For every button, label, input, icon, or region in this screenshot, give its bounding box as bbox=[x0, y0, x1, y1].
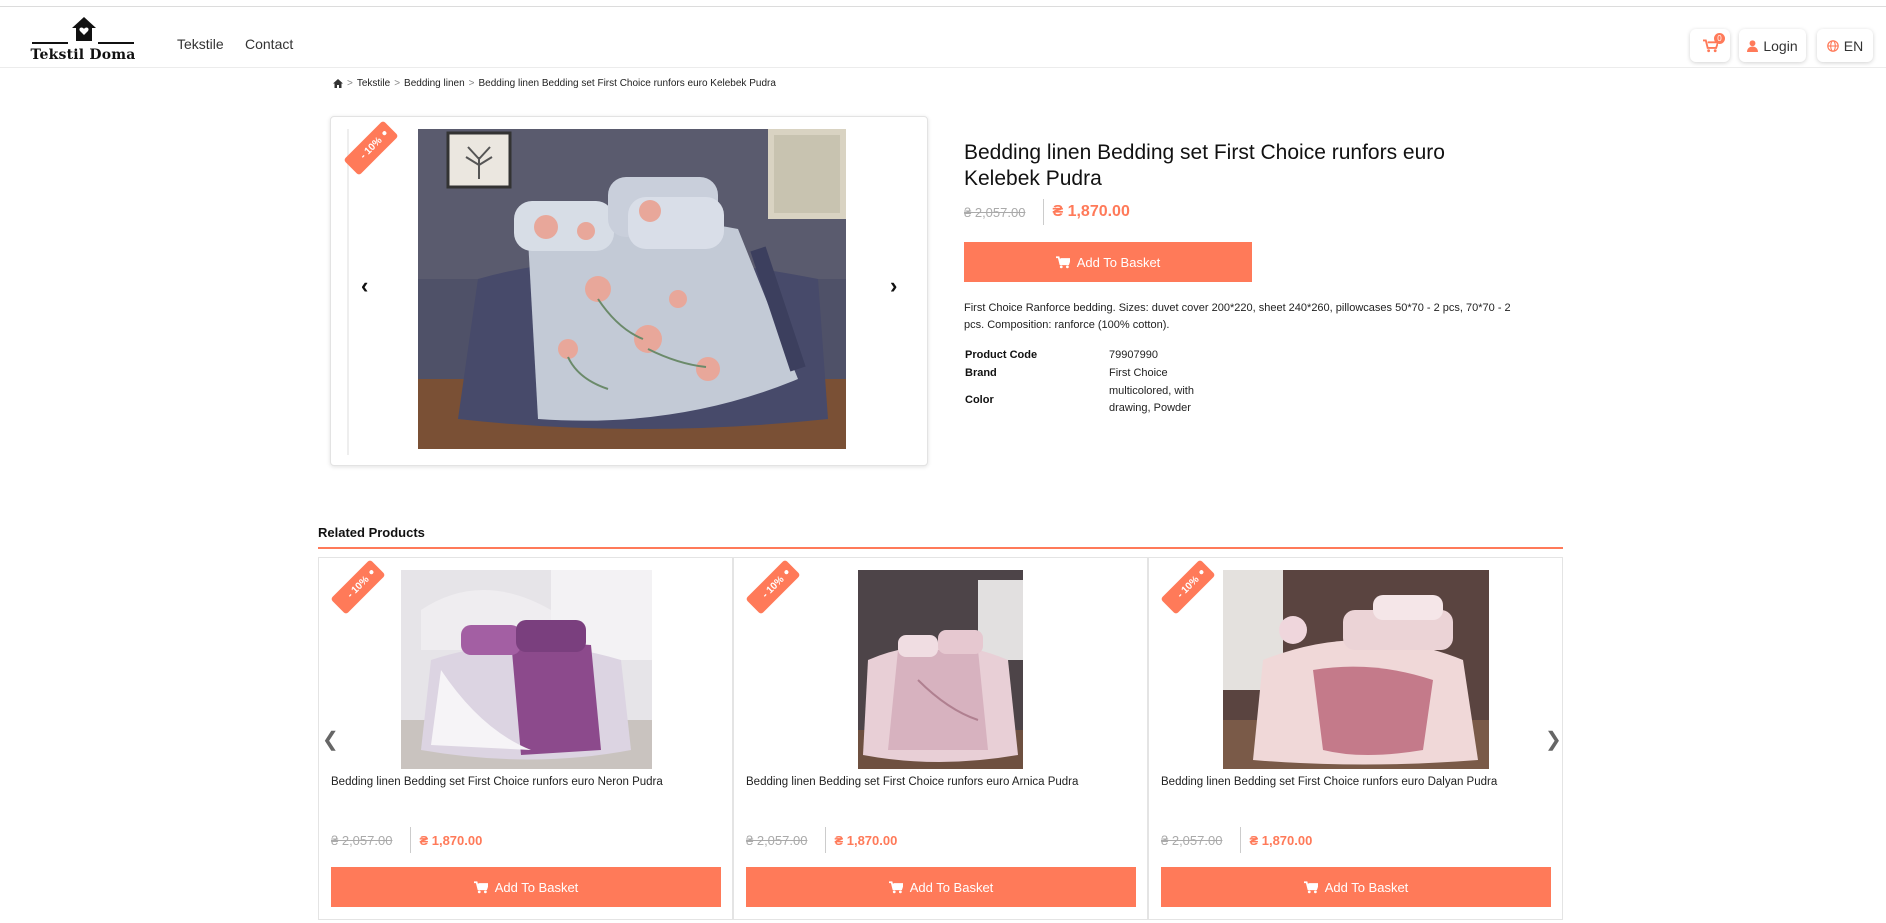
related-product-name[interactable]: Bedding linen Bedding set First Choice r… bbox=[1161, 776, 1551, 788]
related-product-image[interactable] bbox=[1223, 570, 1489, 769]
cart-button[interactable]: 0 bbox=[1690, 29, 1730, 62]
breadcrumb-separator: > bbox=[468, 78, 475, 89]
breadcrumb-separator: > bbox=[394, 78, 401, 89]
add-to-basket-button[interactable]: Add To Basket bbox=[746, 867, 1136, 907]
cart-icon bbox=[1303, 880, 1318, 893]
current-price: ₴ 1,870.00 bbox=[834, 832, 898, 848]
related-product-name[interactable]: Bedding linen Bedding set First Choice r… bbox=[331, 776, 721, 788]
breadcrumb-current: Bedding linen Bedding set First Choice r… bbox=[478, 78, 776, 89]
spec-row: Product Code 79907990 bbox=[965, 346, 1265, 364]
spec-key: Product Code bbox=[965, 349, 1038, 361]
add-to-basket-label: Add To Basket bbox=[494, 879, 579, 895]
gallery-next-arrow[interactable]: › bbox=[890, 275, 897, 297]
spec-row: Color multicolored, with drawing, Powder bbox=[965, 382, 1265, 418]
add-to-basket-label: Add To Basket bbox=[1076, 254, 1161, 270]
related-product-card[interactable]: - 10% Bedding linen Bedding set First Ch… bbox=[1148, 557, 1563, 920]
current-price: ₴ 1,870.00 bbox=[1249, 832, 1313, 848]
related-product-card[interactable]: - 10% Bedding linen Bedding set First Ch… bbox=[733, 557, 1148, 920]
spec-key: Brand bbox=[965, 367, 997, 379]
price-separator bbox=[1240, 827, 1242, 853]
add-to-basket-button[interactable]: Add To Basket bbox=[331, 867, 721, 907]
logo-text: Tekstil Doma bbox=[30, 47, 136, 63]
price-separator bbox=[825, 827, 827, 853]
related-product-prices: ₴ 2,057.00 ₴ 1,870.00 bbox=[1161, 826, 1312, 854]
price-separator bbox=[410, 827, 412, 853]
product-description: First Choice Ranforce bedding. Sizes: du… bbox=[964, 302, 1511, 331]
related-product-name[interactable]: Bedding linen Bedding set First Choice r… bbox=[746, 776, 1136, 788]
add-to-basket-label: Add To Basket bbox=[909, 879, 994, 895]
logo-line-left bbox=[32, 42, 68, 44]
language-label: EN bbox=[1843, 37, 1864, 54]
add-to-basket-button[interactable]: Add To Basket bbox=[1161, 867, 1551, 907]
gallery-thumb-edge bbox=[347, 129, 349, 455]
discount-ribbon: - 10% bbox=[330, 559, 386, 615]
related-divider bbox=[318, 547, 1563, 549]
logo-line-right bbox=[98, 42, 134, 44]
home-icon[interactable] bbox=[333, 79, 343, 88]
globe-icon bbox=[1826, 39, 1839, 52]
discount-ribbon: - 10% bbox=[343, 120, 399, 176]
old-price: ₴ 2,057.00 bbox=[1161, 832, 1223, 848]
product-title: Bedding linen Bedding set First Choice r… bbox=[964, 141, 1445, 190]
related-product-prices: ₴ 2,057.00 ₴ 1,870.00 bbox=[331, 826, 482, 854]
spec-value: 79907990 bbox=[1109, 348, 1158, 361]
current-price: ₴ 1,870.00 bbox=[419, 832, 483, 848]
breadcrumb: > Tekstile > Bedding linen > Bedding lin… bbox=[333, 78, 776, 89]
product-gallery: - 10% ‹ › bbox=[330, 116, 928, 466]
old-price: ₴ 2,057.00 bbox=[331, 832, 393, 848]
breadcrumb-tekstile[interactable]: Tekstile bbox=[357, 78, 390, 89]
house-logo-icon bbox=[72, 17, 96, 41]
cart-icon bbox=[473, 880, 488, 893]
cart-icon bbox=[1055, 255, 1070, 268]
current-price: ₴ 1,870.00 bbox=[1052, 203, 1130, 220]
product-main-image[interactable] bbox=[418, 129, 846, 449]
cart-count-badge: 0 bbox=[1714, 33, 1725, 44]
login-label: Login bbox=[1763, 37, 1798, 54]
breadcrumb-bedding-linen[interactable]: Bedding linen bbox=[404, 78, 465, 89]
related-product-image[interactable] bbox=[401, 570, 652, 769]
site-logo[interactable]: Tekstil Doma bbox=[24, 15, 142, 67]
add-to-basket-label: Add To Basket bbox=[1324, 879, 1409, 895]
related-product-card[interactable]: - 10% Bedding linen Bedding set First Ch… bbox=[318, 557, 733, 920]
spec-row: Brand First Choice bbox=[965, 364, 1265, 382]
related-product-image[interactable] bbox=[858, 570, 1023, 769]
discount-ribbon: - 10% bbox=[745, 559, 801, 615]
old-price: ₴ 2,057.00 bbox=[964, 204, 1026, 220]
chevron-left-icon[interactable]: ❮ bbox=[322, 727, 339, 752]
gallery-prev-arrow[interactable]: ‹ bbox=[361, 275, 368, 297]
nav-contact[interactable]: Contact bbox=[245, 36, 293, 52]
language-button[interactable]: EN bbox=[1817, 29, 1873, 62]
spec-key: Color bbox=[965, 394, 994, 406]
cart-icon bbox=[888, 880, 903, 893]
discount-ribbon: - 10% bbox=[1160, 559, 1216, 615]
old-price: ₴ 2,057.00 bbox=[746, 832, 808, 848]
related-product-prices: ₴ 2,057.00 ₴ 1,870.00 bbox=[746, 826, 897, 854]
add-to-basket-button[interactable]: Add To Basket bbox=[964, 242, 1252, 282]
nav-tekstile[interactable]: Tekstile bbox=[177, 36, 224, 52]
user-icon bbox=[1747, 39, 1759, 52]
product-prices: ₴ 2,057.00 ₴ 1,870.00 bbox=[964, 198, 1130, 226]
login-button[interactable]: Login bbox=[1739, 29, 1806, 62]
spec-value: multicolored, with drawing, Powder bbox=[1109, 385, 1194, 414]
spec-value: First Choice bbox=[1109, 366, 1168, 379]
price-separator bbox=[1043, 199, 1045, 225]
related-products-title: Related Products bbox=[318, 525, 425, 540]
site-header: Tekstil Doma Tekstile Contact 0 Login EN bbox=[0, 7, 1886, 68]
breadcrumb-separator: > bbox=[347, 78, 353, 89]
product-specs-table: Product Code 79907990 Brand First Choice C… bbox=[965, 346, 1265, 418]
chevron-right-icon[interactable]: ❯ bbox=[1545, 727, 1562, 752]
